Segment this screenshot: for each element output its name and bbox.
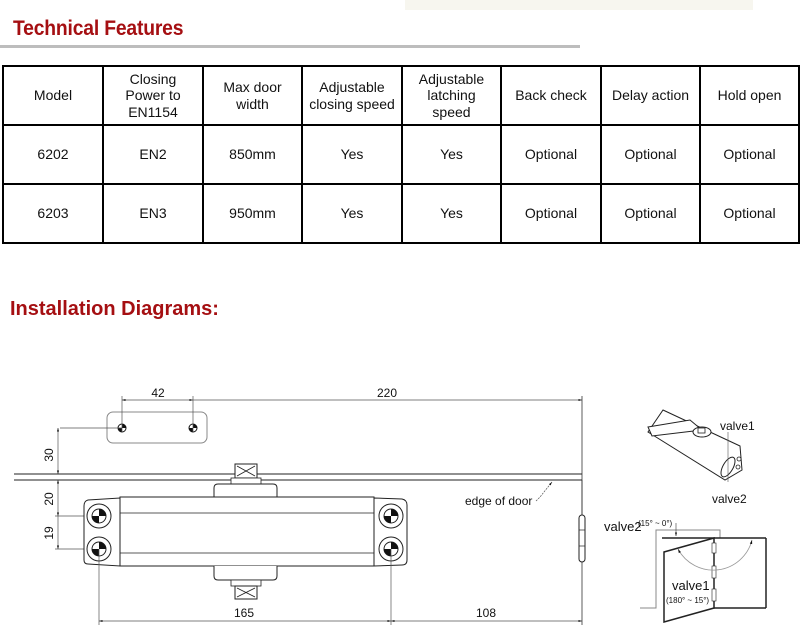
cell-adjustable-latching-speed: Yes: [401, 124, 502, 185]
closer-hole-right-top: [378, 503, 404, 529]
table-row: 6203 EN3 950mm Yes Yes Optional Optional…: [2, 183, 800, 244]
valve2-range-label: (15° ~ 0°): [638, 519, 673, 528]
table-header-row: Model Closing Power to EN1154 Max door w…: [2, 65, 800, 126]
closer-hole-left-top: [86, 503, 112, 529]
header-back-check: Back check: [500, 65, 602, 126]
hinge: [578, 480, 586, 625]
valve2-label-door: valve2: [604, 519, 642, 534]
cell-hold-open: Optional: [699, 183, 800, 244]
dimension-165-label: 165: [234, 606, 254, 620]
cell-adjustable-latching-speed: Yes: [401, 183, 502, 244]
dimension-108-label: 108: [476, 606, 496, 620]
technical-features-heading: Technical Features: [13, 17, 184, 40]
valve1-label-iso: valve1: [720, 419, 755, 433]
installation-diagram: 42 220 30 20 19 165 108 edge of door val…: [14, 386, 767, 625]
dimension-42: 42: [121, 386, 194, 432]
cell-delay-action: Optional: [600, 183, 701, 244]
cell-back-check: Optional: [500, 124, 602, 185]
dimension-19-label: 19: [42, 526, 56, 540]
door-closer-body: [83, 496, 408, 567]
header-closing-power: Closing Power to EN1154: [102, 65, 204, 126]
valve2-label-iso: valve2: [712, 492, 747, 506]
dimension-220-label: 220: [377, 386, 397, 400]
header-adjustable-latching-speed: Adjustable latching speed: [401, 65, 502, 126]
door-swing-plan: valve2 (15° ~ 0°) valve1 (180° ~ 15°): [604, 519, 767, 623]
header-hold-open: Hold open: [699, 65, 800, 126]
valve1-label-door: valve1: [672, 578, 710, 593]
edge-of-door-callout: edge of door: [465, 481, 553, 508]
arm-pivot-bottom: [213, 566, 278, 600]
cell-model: 6202: [2, 124, 104, 185]
installation-diagrams-heading: Installation Diagrams:: [10, 298, 219, 320]
dimension-20-label: 20: [42, 492, 56, 506]
header-max-door-width: Max door width: [202, 65, 303, 126]
edge-of-door-label: edge of door: [465, 494, 532, 508]
cell-adjustable-closing-speed: Yes: [301, 124, 403, 185]
valve1-range-label: (180° ~ 15°): [666, 596, 709, 605]
cell-back-check: Optional: [500, 183, 602, 244]
cell-hold-open: Optional: [699, 124, 800, 185]
cell-delay-action: Optional: [600, 124, 701, 185]
cell-model: 6203: [2, 183, 104, 244]
cell-max-door-width: 950mm: [202, 183, 303, 244]
dimension-30-label: 30: [42, 448, 56, 462]
heading-divider: [0, 45, 580, 48]
closer-isometric-view: valve1 valve2: [647, 409, 755, 506]
technical-features-table: Model Closing Power to EN1154 Max door w…: [2, 65, 800, 244]
dimension-42-label: 42: [151, 386, 165, 400]
header-delay-action: Delay action: [600, 65, 701, 126]
cell-closing-power: EN2: [102, 124, 204, 185]
cell-max-door-width: 850mm: [202, 124, 303, 185]
table-row: 6202 EN2 850mm Yes Yes Optional Optional…: [2, 124, 800, 185]
top-banner-image: [405, 0, 753, 10]
cell-adjustable-closing-speed: Yes: [301, 183, 403, 244]
header-model: Model: [2, 65, 104, 126]
cell-closing-power: EN3: [102, 183, 204, 244]
header-adjustable-closing-speed: Adjustable closing speed: [301, 65, 403, 126]
